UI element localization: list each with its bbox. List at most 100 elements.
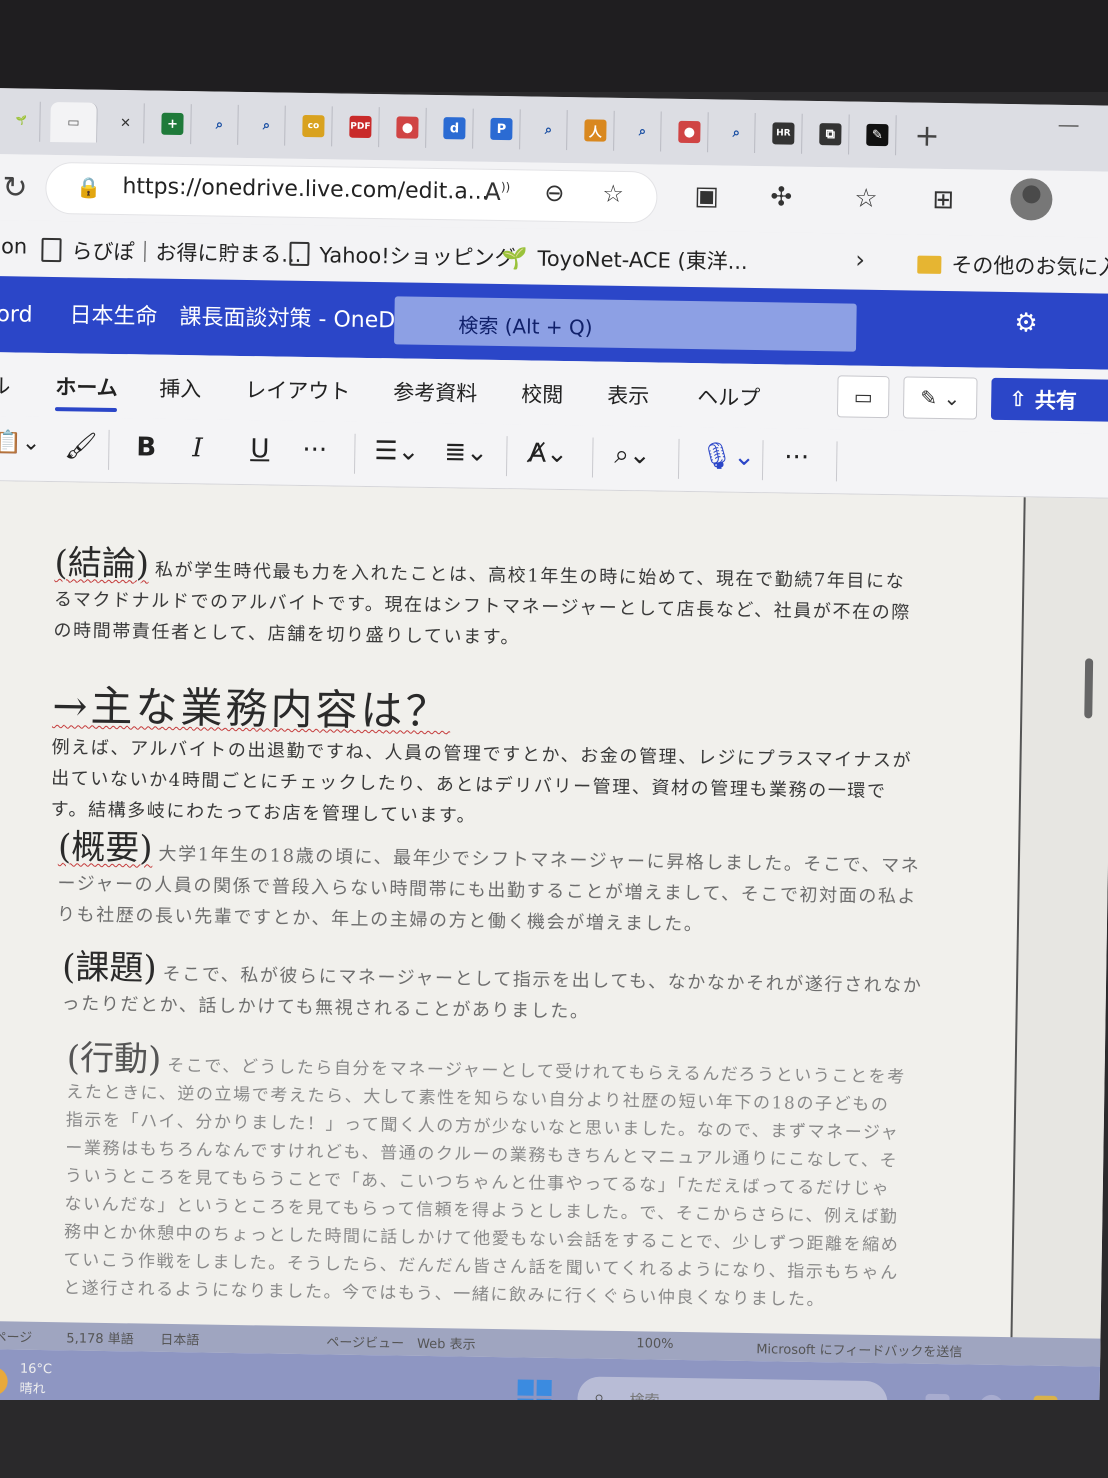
browser-tab[interactable]: ⌕ (624, 110, 662, 152)
vertical-scrollbar[interactable] (1084, 658, 1094, 719)
section-overview[interactable]: (概要) 大学1年生の18歳の頃に、最年少でシフトマネージャーに昇格しました。そこ… (56, 827, 928, 944)
zoom-level[interactable]: 100% (636, 1336, 673, 1352)
pen-icon: ✎ (866, 123, 889, 147)
more-options-button[interactable]: ··· (784, 443, 809, 473)
section-issue[interactable]: (課題) そこで、私が彼らにマネージャーとして指示を出しても、なかなかそれが遂行さ… (61, 947, 932, 1033)
browser-tab[interactable]: HR (765, 113, 803, 154)
browser-tab[interactable]: PDF (342, 106, 380, 148)
search-placeholder: 検索 (Alt + Q) (458, 313, 593, 340)
search-icon: ⌕ (732, 125, 741, 141)
chevron-right-icon[interactable]: › (855, 246, 865, 274)
paste-icon[interactable]: 📋⌄ (0, 430, 40, 456)
folder-icon (917, 255, 942, 274)
toolbar-divider (677, 438, 680, 479)
browser-tab[interactable]: ⧉ (812, 113, 850, 155)
minimize-button[interactable]: — (1057, 113, 1079, 138)
share-button[interactable]: ⇧ 共有 (990, 377, 1108, 422)
heading-conclusion: (結論) (54, 543, 150, 585)
dictate-icon[interactable]: 🎙⌄ (700, 441, 755, 472)
browser-tab[interactable]: ▭ (50, 101, 98, 143)
bookmark-folder-other[interactable]: その他のお気に入 (917, 249, 1108, 282)
url-text[interactable]: https://onedrive.live.com/edit.a... (122, 174, 489, 205)
sun-icon (0, 1366, 8, 1396)
address-bar[interactable]: 🔒 https://onedrive.live.com/edit.a... A)… (46, 162, 657, 223)
toolbar-divider (353, 433, 356, 474)
underline-button[interactable]: U (250, 434, 270, 464)
doc-icon (289, 241, 310, 267)
toolbar-divider (835, 441, 838, 482)
hr-icon: HR (772, 122, 795, 145)
browser-tab[interactable]: ⌕ (718, 112, 756, 154)
add-favorite-icon[interactable]: ☆ (602, 180, 624, 208)
language[interactable]: 日本語 (160, 1329, 199, 1349)
styles-icon[interactable]: A̸⌄ (528, 439, 568, 470)
align-icon[interactable]: ≣⌄ (444, 437, 488, 468)
find-icon[interactable]: ⌕⌄ (614, 440, 651, 472)
section-main-duties[interactable]: 例えば、アルバイトの出退勤ですね、人員の管理ですとか、お金の管理、レジにプラスマ… (50, 732, 921, 839)
word-count[interactable]: 5,178 単語 (66, 1327, 134, 1347)
browser-tab[interactable]: + (154, 103, 192, 145)
app-name: ord (0, 302, 33, 328)
more-font-button[interactable]: ··· (302, 435, 327, 465)
section-action[interactable]: (行動) そこで、どうしたら自分をマネージャーとして受けれてもらえるんだろうという… (63, 1038, 907, 1315)
bookmark-item[interactable]: con (0, 234, 27, 259)
person-icon: ● (396, 116, 419, 139)
tab-review[interactable]: 校閲 (521, 378, 563, 409)
tab-file[interactable]: ル (0, 370, 11, 400)
gear-icon[interactable]: ⚙ (1014, 308, 1038, 338)
page-count[interactable]: の ページ (0, 1326, 32, 1346)
browser-tab[interactable]: d (436, 108, 474, 149)
weather-text: 16°C 晴れ (19, 1360, 52, 1400)
italic-button[interactable]: I (192, 433, 203, 463)
new-tab-plus-icon[interactable]: + (914, 118, 940, 153)
browser-tab[interactable]: ● (671, 111, 709, 153)
browser-tab[interactable]: ⌕ (530, 109, 568, 151)
heading-text: →主な業務内容は？ (51, 681, 451, 737)
document-page[interactable]: (結論) 私が学生時代最も力を入れたことは、高校1年生の時に始めて、現在で勤続7年… (0, 480, 1026, 1358)
toolbar-divider (505, 436, 508, 477)
extension-icon[interactable]: ▣ (694, 181, 719, 211)
comment-icon[interactable]: ▭ (836, 375, 890, 419)
browser-tab[interactable]: ✎ (859, 114, 897, 156)
sprout-icon: 🌱 (15, 116, 28, 127)
browser-tab[interactable]: ⌕ (248, 105, 286, 146)
feedback-link[interactable]: Microsoft にフィードバックを送信 (756, 1338, 962, 1360)
tab-view[interactable]: 表示 (607, 380, 649, 411)
collections-icon[interactable]: ⊞ (932, 185, 954, 215)
document-canvas: (結論) 私が学生時代最も力を入れたことは、高校1年生の時に始めて、現在で勤続7年… (0, 480, 1108, 1359)
favorites-icon[interactable]: ☆ (854, 184, 878, 214)
browser-tab[interactable]: ● (389, 107, 427, 148)
plus-square-icon: + (161, 112, 184, 136)
tab-references[interactable]: 参考資料 (393, 376, 477, 407)
format-painter-icon[interactable]: 🖌 (64, 431, 97, 462)
tab-layout[interactable]: レイアウト (245, 374, 350, 406)
bookmark-item[interactable]: らびぽ｜お得に貯まる... (41, 235, 302, 269)
editing-mode-button[interactable]: ✎ ⌄ (902, 376, 978, 420)
docs-icon: ⧉ (819, 123, 842, 146)
close-tab-button[interactable]: ✕ (107, 102, 145, 144)
bullets-icon[interactable]: ☰⌄ (374, 436, 420, 467)
view-buttons[interactable]: ページビュー Web 表示 (326, 1331, 475, 1352)
browser-tab[interactable]: ⌕ (201, 104, 239, 145)
tab-insert[interactable]: 挿入 (159, 373, 201, 404)
page-icon: ▭ (67, 114, 80, 130)
tab-help[interactable]: ヘルプ (697, 381, 760, 412)
search-box[interactable]: 検索 (Alt + Q) (394, 296, 857, 352)
browser-tab[interactable]: 人 (577, 110, 615, 151)
toolbar-divider (108, 429, 110, 470)
read-aloud-icon[interactable]: A)) (484, 178, 510, 206)
bookmark-item[interactable]: 🌱 ToyoNet-ACE (東洋... (501, 242, 748, 276)
bold-button[interactable]: B (136, 432, 156, 462)
paragraph-text: 大学1年生の18歳の頃に、最年少でシフトマネージャーに昇格しました。そこで、マネ… (56, 843, 921, 936)
zoom-out-icon[interactable]: ⊖ (544, 179, 565, 207)
puzzle-icon[interactable]: ✣ (770, 182, 792, 212)
paragraph-text: 例えば、アルバイトの出退勤ですね、人員の管理ですとか、お金の管理、レジにプラスマ… (50, 737, 913, 827)
section-conclusion[interactable]: (結論) 私が学生時代最も力を入れたことは、高校1年生の時に始めて、現在で勤続7年… (53, 543, 924, 660)
tab-home[interactable]: ホーム (55, 371, 118, 402)
lock-icon: 🔒 (76, 175, 102, 200)
reload-icon[interactable]: ↻ (2, 170, 28, 205)
browser-tab[interactable]: P (483, 108, 521, 150)
browser-tab[interactable]: 🌱 (3, 101, 41, 142)
browser-tab[interactable]: co (295, 105, 333, 147)
bookmark-item[interactable]: Yahoo!ショッピング (289, 239, 516, 273)
